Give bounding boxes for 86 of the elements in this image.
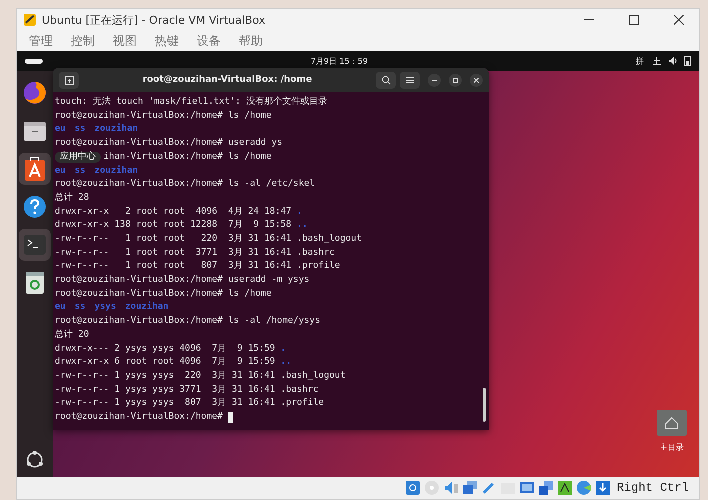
- clock[interactable]: 7月9日 15：59: [310, 56, 368, 66]
- file-name: .bashrc: [297, 246, 335, 260]
- file-name: ..: [297, 219, 308, 232]
- host-key-label: Right Ctrl: [616, 481, 689, 495]
- firefox-icon[interactable]: [22, 80, 48, 106]
- maximize-icon: [453, 78, 458, 82]
- terminal-prompt: root@zouzihan-VirtualBox:/home#: [55, 410, 223, 424]
- terminal-line: 总计 28: [55, 192, 90, 205]
- directory-name: zouzihan: [94, 164, 138, 178]
- volume-icon[interactable]: [668, 56, 678, 66]
- terminal-title: root@zouzihan-VirtualBox: /home: [142, 75, 314, 85]
- shopping-bag-icon[interactable]: [24, 156, 46, 182]
- input-method-indicator[interactable]: 拼: [636, 56, 644, 66]
- battery-icon[interactable]: [684, 56, 691, 66]
- activities-indicator[interactable]: [25, 58, 43, 64]
- house-icon: [665, 416, 679, 430]
- terminal-icon[interactable]: [23, 234, 47, 256]
- menu-item[interactable]: 管理: [21, 32, 61, 50]
- menu-item[interactable]: 视图: [105, 32, 145, 50]
- menu-icon: [406, 76, 414, 84]
- directory-name: ss: [74, 123, 86, 136]
- recycle-bin-icon[interactable]: [25, 271, 45, 295]
- close-button[interactable]: [470, 74, 483, 86]
- speaker-icon[interactable]: [442, 480, 459, 496]
- new-tab-icon: [64, 76, 74, 84]
- file-details: -rw-r--r-- 1 ysys ysys 807 3月 31 16:41: [55, 397, 276, 410]
- directory-name: ss: [74, 301, 86, 314]
- file-name: .: [280, 342, 286, 356]
- minimize-icon: [432, 78, 437, 82]
- file-details: -rw-r--r-- 1 ysys ysys 3771 3月 31 16:41: [55, 384, 276, 397]
- file-name: .bashrc: [280, 384, 319, 397]
- app-grid-icon[interactable]: [26, 451, 44, 469]
- file-details: -rw-r--r-- 1 root root 220 3月 31 16:41: [55, 232, 293, 246]
- terminal-line: touch: 无法 touch 'mask/fiel1.txt': 没有那个文件或目录: [55, 96, 328, 109]
- minimize-button[interactable]: [428, 74, 441, 86]
- menu-item[interactable]: 热键: [147, 32, 187, 50]
- directory-name: eu: [55, 123, 66, 136]
- file-details: -rw-r--r-- 1 ysys ysys 220 3月 31 16:41: [55, 370, 276, 383]
- file-name: .: [297, 206, 302, 219]
- close-icon: [474, 78, 479, 82]
- file-name: .profile: [280, 397, 324, 410]
- maximize-button[interactable]: [449, 74, 462, 86]
- maximize-icon: [629, 15, 639, 25]
- folder-icon[interactable]: [23, 120, 47, 142]
- terminal-line: root@zouzihan-VirtualBox:/home# useradd ys: [55, 137, 283, 150]
- file-name: .bash_logout: [280, 370, 346, 383]
- file-name: .bash_logout: [297, 232, 362, 246]
- display-icon[interactable]: [518, 480, 535, 496]
- file-details: -rw-r--r-- 1 root root 807 3月 31 16:41: [55, 260, 293, 274]
- help-icon[interactable]: [23, 195, 47, 219]
- file-details: drwxr-xr-x 2 root root 4096 4月 24 18:47: [55, 206, 293, 219]
- directory-name: zouzihan: [125, 301, 169, 314]
- directory-name: zouzihan: [94, 123, 138, 136]
- menu-item[interactable]: 帮助: [231, 32, 271, 50]
- search-button[interactable]: [376, 72, 396, 88]
- text-cursor: [228, 412, 233, 424]
- terminal-line: root@zouzihan-VirtualBox:/home# ls -al /etc/skel: [55, 178, 316, 192]
- terminal-line: root@zouzihan-VirtualBox:/home# useradd -m ysys: [55, 274, 310, 288]
- scrollbar[interactable]: [483, 388, 486, 422]
- file-details: drwxr-xr-x 138 root root 12288 7月 9 15:58: [55, 219, 293, 232]
- windows-stack-icon[interactable]: [538, 480, 554, 496]
- terminal-line: 总计 20: [55, 328, 90, 342]
- terminal-line: ihan-VirtualBox:/home# ls /home: [104, 150, 272, 164]
- home-folder-icon[interactable]: [657, 410, 687, 436]
- desktop-icon-label: 主目录: [660, 442, 684, 453]
- directory-name: ysys: [94, 301, 116, 314]
- file-name: .profile: [297, 260, 340, 274]
- file-details: -rw-r--r-- 1 root root 3771 3月 31 16:41: [55, 246, 293, 260]
- close-icon: [674, 15, 684, 25]
- menu-item[interactable]: 设备: [189, 32, 229, 50]
- directory-name: eu: [55, 164, 66, 178]
- directory-name: eu: [55, 301, 66, 314]
- window-title: Ubuntu [正在运行] - Oracle VM VirtualBox: [42, 12, 266, 28]
- tooltip: 应用中心: [55, 152, 101, 163]
- virtualbox-logo-icon: [23, 13, 37, 27]
- terminal-line: root@zouzihan-VirtualBox:/home# ls /home: [55, 110, 272, 123]
- search-icon: [382, 76, 390, 84]
- file-details: drwxr-xr-x 6 root root 4096 7月 9 15:59: [55, 356, 276, 370]
- file-details: drwxr-x--- 2 ysys ysys 4096 7月 9 15:59: [55, 342, 276, 356]
- menu-item[interactable]: 控制: [63, 32, 103, 50]
- directory-name: ss: [74, 164, 86, 178]
- menu-button[interactable]: [400, 72, 420, 88]
- file-name: ..: [280, 356, 292, 370]
- terminal-line: root@zouzihan-VirtualBox:/home# ls /home: [55, 288, 272, 301]
- new-tab-button[interactable]: [59, 72, 79, 88]
- terminal-line: root@zouzihan-VirtualBox:/home# ls -al /home/ysys: [55, 315, 321, 328]
